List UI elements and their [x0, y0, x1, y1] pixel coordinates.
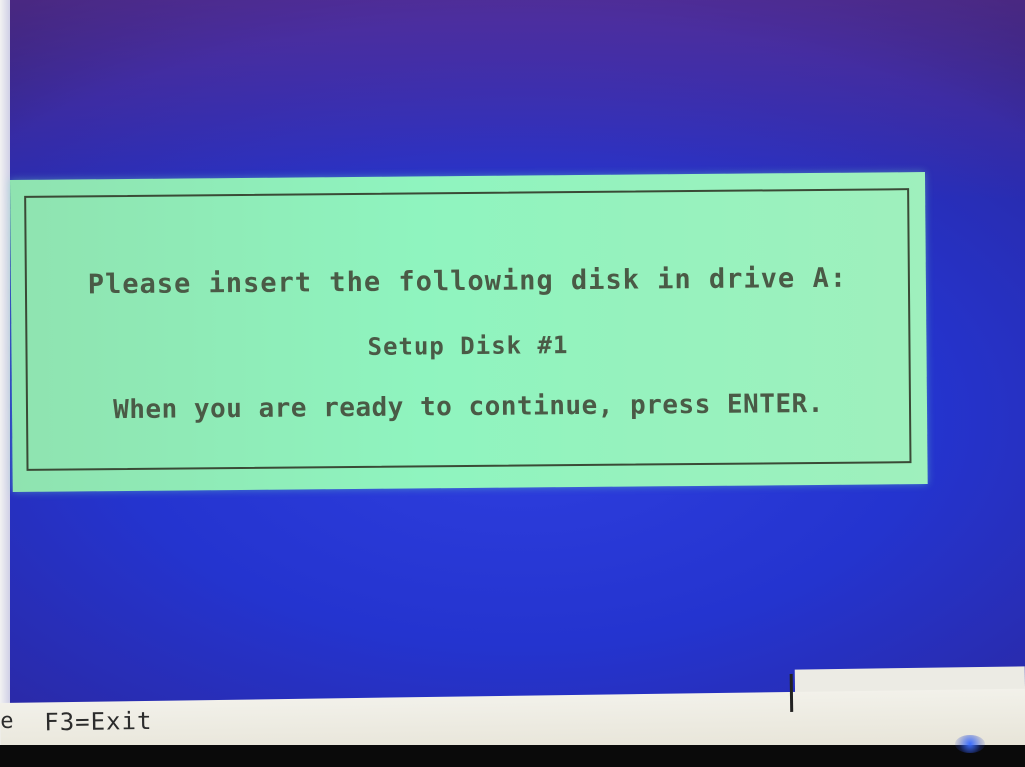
status-edge-char: e: [0, 708, 14, 734]
exit-key-hint[interactable]: F3=Exit: [44, 707, 153, 737]
dialog-frame: Please insert the following disk in driv…: [24, 188, 912, 471]
insert-disk-dialog: Please insert the following disk in driv…: [10, 172, 928, 492]
continue-instruction: When you are ready to continue, press EN…: [113, 388, 824, 426]
monitor-bottom-bezel: [0, 745, 1025, 767]
power-led-glare: [955, 735, 985, 753]
setup-screen: Please insert the following disk in driv…: [0, 0, 1025, 767]
screen-glare-tint: [0, 0, 1025, 200]
status-divider: [789, 673, 794, 712]
monitor-bezel-edge: [0, 0, 10, 767]
insert-disk-prompt: Please insert the following disk in driv…: [87, 262, 848, 301]
disk-name-label: Setup Disk #1: [367, 331, 569, 361]
